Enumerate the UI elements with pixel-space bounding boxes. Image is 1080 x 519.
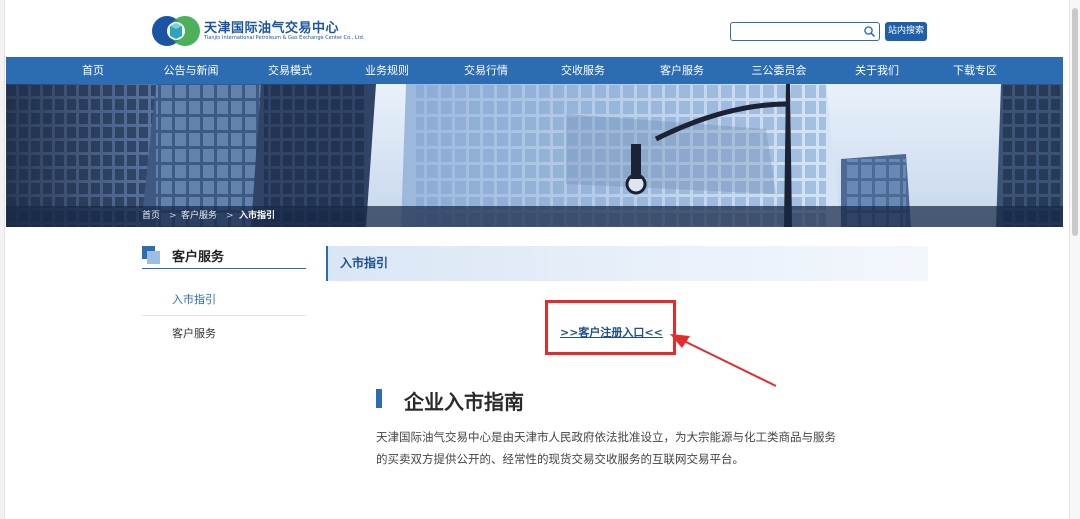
breadcrumb-separator: > <box>226 211 234 221</box>
section-square-icon <box>142 246 160 264</box>
scrollbar-thumb[interactable] <box>1072 8 1078 236</box>
guide-paragraph: 天津国际油气交易中心是由天津市人民政府依法批准设立，为大宗能源与化工类商品与服务… <box>376 430 836 466</box>
customer-register-link[interactable]: >>客户注册入口<< <box>560 324 663 340</box>
guide-title-marker <box>376 389 382 408</box>
nav-item-home[interactable]: 首页 <box>82 57 104 84</box>
nav-item-committee[interactable]: 三公委员会 <box>752 57 807 84</box>
nav-item-downloads[interactable]: 下载专区 <box>953 57 997 84</box>
search-input[interactable] <box>735 24 860 39</box>
red-arrow-annotation <box>670 334 777 387</box>
content-heading-bar: 入市指引 <box>326 246 928 281</box>
window-left-border <box>0 0 5 519</box>
breadcrumb-home[interactable]: 首页 <box>142 206 160 227</box>
search-icon[interactable] <box>863 25 876 38</box>
site-header: 天津国际油气交易中心 Tianjin International Petrole… <box>6 0 1069 57</box>
guide-title: 企业入市指南 <box>404 390 524 414</box>
site-logo[interactable]: 天津国际油气交易中心 Tianjin International Petrole… <box>146 12 364 50</box>
site-search-button[interactable]: 站内搜索 <box>885 22 927 41</box>
nav-item-delivery[interactable]: 交收服务 <box>561 57 605 84</box>
page-banner: 首页 > 客户服务 > 入市指引 <box>6 84 1063 227</box>
nav-item-about[interactable]: 关于我们 <box>855 57 899 84</box>
content-heading: 入市指引 <box>340 256 389 270</box>
sidebar-title: 客户服务 <box>172 250 225 265</box>
nav-item-news[interactable]: 公告与新闻 <box>164 57 219 84</box>
breadcrumb-current: 入市指引 <box>239 211 276 221</box>
breadcrumb-separator: > <box>169 211 177 221</box>
breadcrumb-customer-service[interactable]: 客户服务 <box>181 206 217 227</box>
nav-item-rules[interactable]: 业务规则 <box>365 57 409 84</box>
sidebar-header: 客户服务 <box>142 245 306 269</box>
nav-item-trading-mode[interactable]: 交易模式 <box>268 57 312 84</box>
logo-name-en: Tianjin International Petroleum & Gas Ex… <box>204 35 365 41</box>
main-nav: 首页 公告与新闻 交易模式 业务规则 交易行情 交收服务 客户服务 三公委员会 … <box>6 57 1063 84</box>
nav-item-customer-service[interactable]: 客户服务 <box>660 57 704 84</box>
breadcrumb: 首页 > 客户服务 > 入市指引 <box>6 206 1063 227</box>
sidebar-item-customer-service[interactable]: 客户服务 <box>142 317 306 350</box>
sidebar-item-market-guide[interactable]: 入市指引 <box>142 283 306 316</box>
register-link-highlight: >>客户注册入口<< <box>545 300 676 355</box>
logo-icon <box>152 16 200 46</box>
nav-item-market[interactable]: 交易行情 <box>464 57 508 84</box>
site-search-box <box>730 22 880 41</box>
logo-name-cn: 天津国际油气交易中心 <box>204 21 340 36</box>
